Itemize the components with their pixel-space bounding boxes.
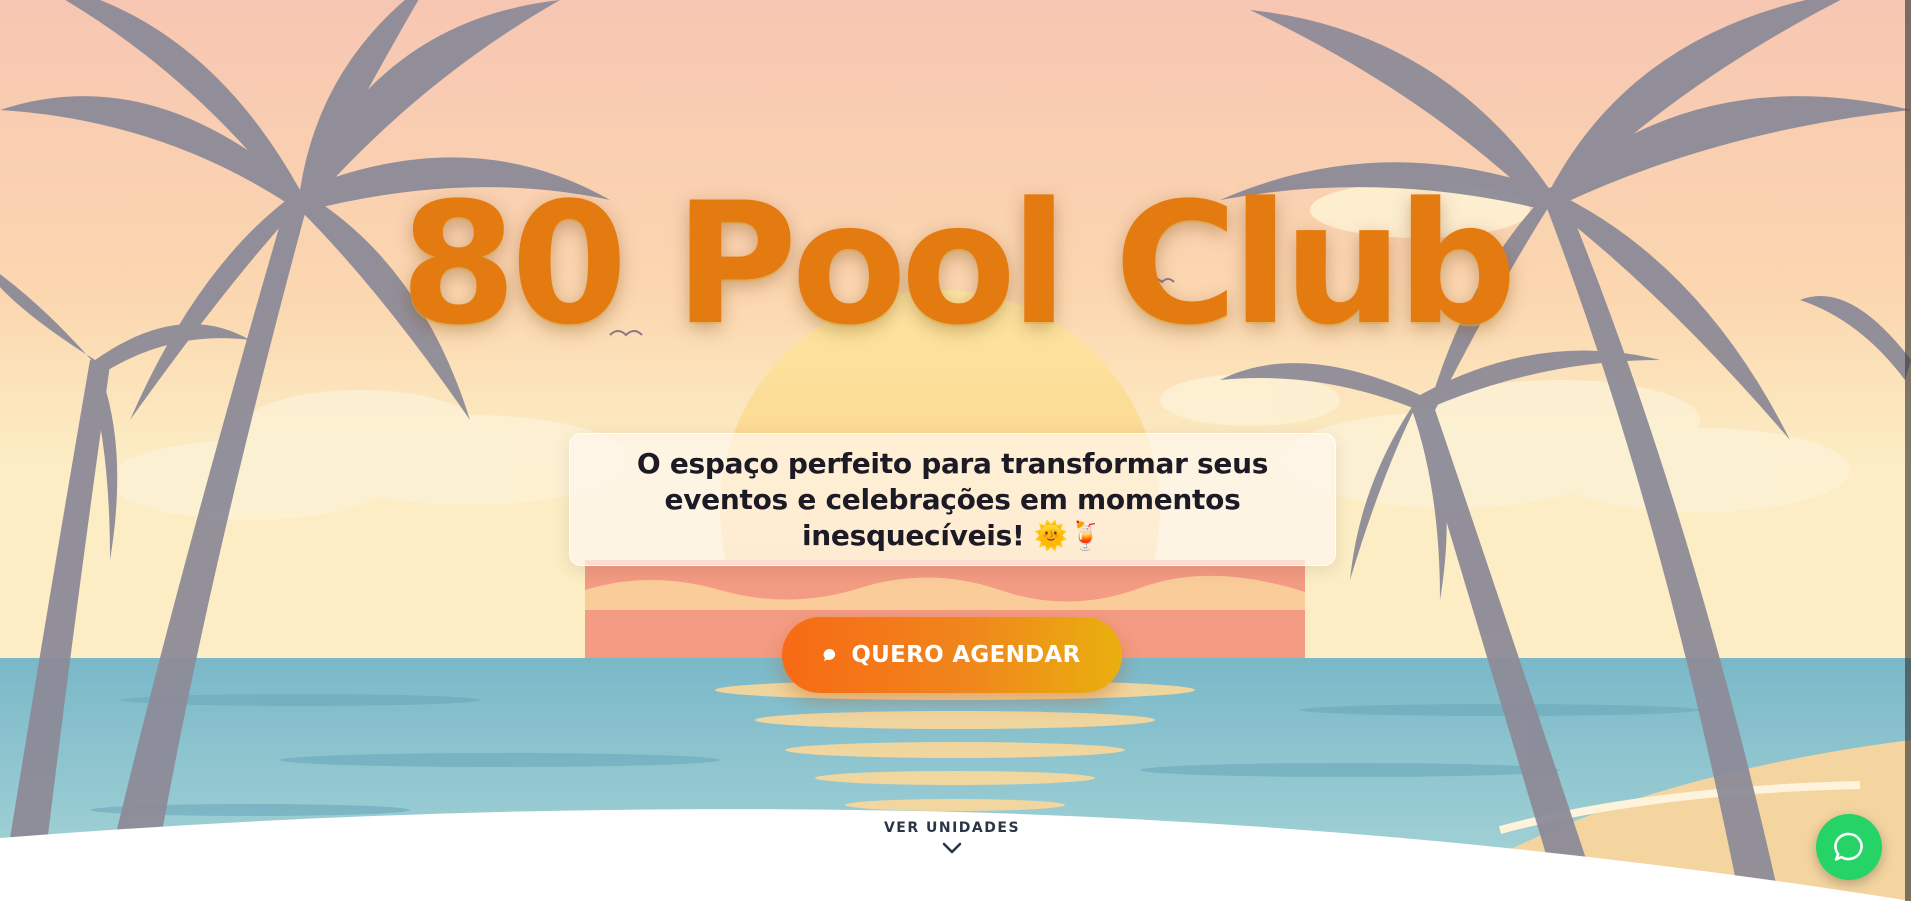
whatsapp-button[interactable] <box>1816 814 1882 880</box>
whatsapp-icon <box>1834 832 1863 861</box>
tagline-card: O espaço perfeito para transformar seus … <box>569 433 1336 566</box>
chat-bubble-icon <box>823 648 836 661</box>
page-title: 80 Pool Club <box>399 166 1517 362</box>
chevron-down-icon <box>942 842 962 854</box>
view-units-label: VER UNIDADES <box>883 820 1021 836</box>
schedule-button[interactable]: QUERO AGENDAR <box>782 617 1122 693</box>
hero-section: 80 Pool Club O espaço perfeito para tran… <box>0 0 1911 901</box>
view-units-link[interactable]: VER UNIDADES <box>856 820 1048 868</box>
tagline-text: O espaço perfeito para transformar seus … <box>636 446 1269 552</box>
scrollbar[interactable] <box>1905 0 1911 901</box>
schedule-button-label: QUERO AGENDAR <box>851 642 1081 668</box>
